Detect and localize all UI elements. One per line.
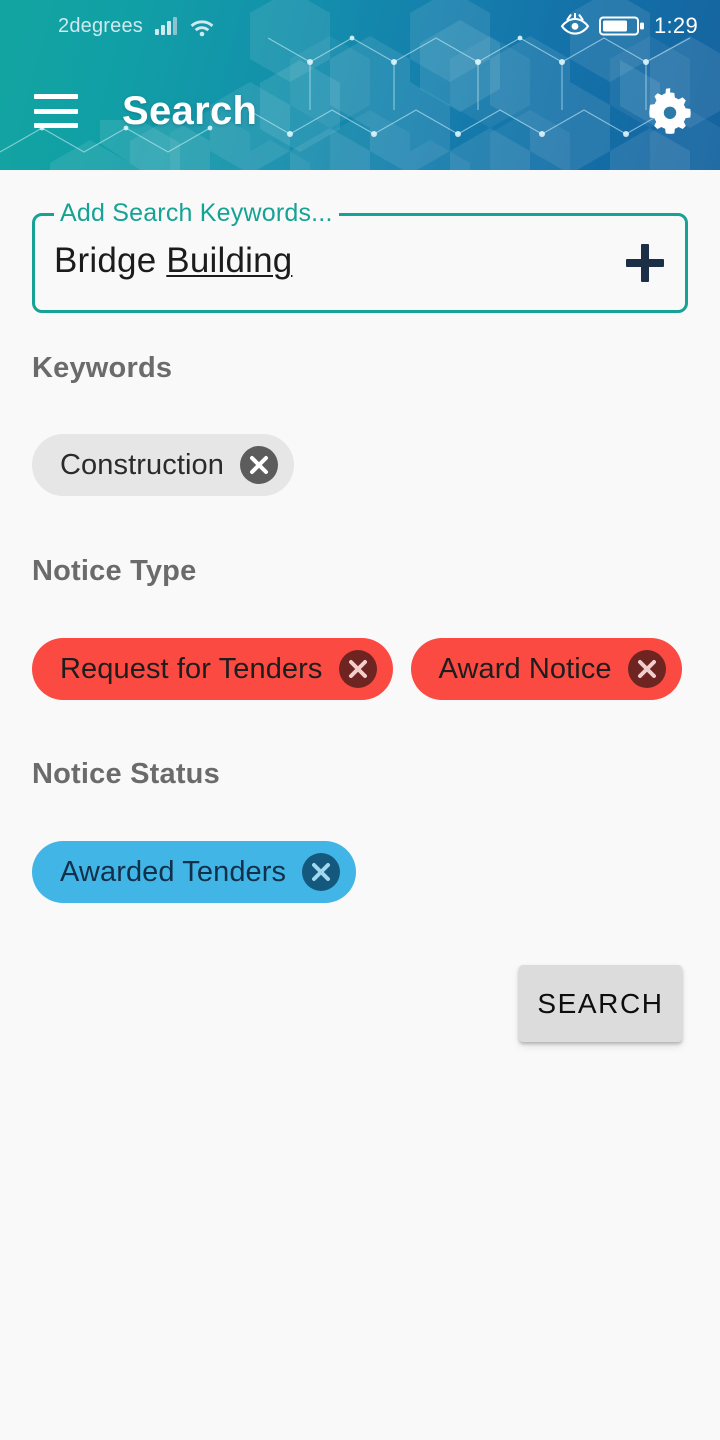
battery-icon	[598, 16, 644, 36]
clock-label: 1:29	[653, 13, 698, 38]
chip-label: Award Notice	[438, 652, 612, 685]
chip-request-for-tenders[interactable]: Request for Tenders	[32, 638, 393, 700]
add-keyword-button[interactable]	[622, 240, 668, 286]
search-form: Add Search Keywords... Bridge Building K…	[0, 170, 720, 1440]
app-bar: Search	[0, 52, 720, 170]
close-circle-icon[interactable]	[240, 446, 278, 484]
hamburger-line	[34, 123, 78, 128]
close-circle-icon[interactable]	[338, 650, 377, 688]
section-title-keywords: Keywords	[32, 352, 173, 384]
close-circle-icon[interactable]	[627, 650, 666, 688]
status-bar: 2degrees 1:29	[0, 0, 720, 52]
close-icon-glyph	[637, 660, 656, 678]
close-circle-icon[interactable]	[302, 853, 341, 891]
hamburger-line	[34, 94, 78, 99]
app-screen: 2degrees 1:29 Search Add Search Keywords…	[0, 0, 720, 1440]
section-title-notice-status: Notice Status	[32, 758, 220, 790]
close-icon-glyph	[348, 660, 367, 678]
close-icon-glyph	[250, 456, 268, 474]
close-icon-glyph	[312, 863, 331, 881]
eye-comfort-icon	[560, 13, 590, 35]
chip-label: Construction	[60, 448, 224, 481]
status-bar-right: 1:29	[560, 13, 698, 39]
search-keywords-input[interactable]: Bridge Building	[54, 241, 292, 281]
search-keywords-label: Add Search Keywords...	[54, 198, 339, 228]
settings-button[interactable]	[644, 85, 696, 137]
chip-construction[interactable]: Construction	[32, 434, 294, 496]
hamburger-line	[34, 108, 78, 114]
search-keywords-text: Bridge	[54, 241, 167, 280]
chip-label: Awarded Tenders	[60, 855, 287, 888]
chip-row-notice-status: Awarded Tenders	[32, 841, 357, 903]
wifi-icon	[190, 19, 214, 36]
chip-row-notice-type: Request for Tenders Award Notice	[32, 638, 682, 700]
chip-awarded-tenders[interactable]: Awarded Tenders	[32, 841, 357, 903]
chip-label: Request for Tenders	[60, 652, 323, 685]
carrier-label: 2degrees	[58, 14, 143, 37]
hamburger-menu-icon[interactable]	[34, 94, 78, 128]
chip-award-notice[interactable]: Award Notice	[410, 638, 682, 700]
gear-icon	[649, 88, 691, 134]
status-bar-left: 2degrees	[58, 15, 215, 38]
search-keywords-field[interactable]: Add Search Keywords... Bridge Building	[32, 198, 688, 313]
search-keywords-misspelled-text: Building	[166, 241, 293, 280]
chip-row-keywords: Construction	[32, 434, 294, 496]
app-header: 2degrees 1:29 Search	[0, 0, 720, 170]
search-button[interactable]: SEARCH	[519, 965, 682, 1042]
signal-bars-icon	[155, 17, 177, 35]
page-title: Search	[122, 88, 258, 133]
section-title-notice-type: Notice Type	[32, 555, 197, 587]
